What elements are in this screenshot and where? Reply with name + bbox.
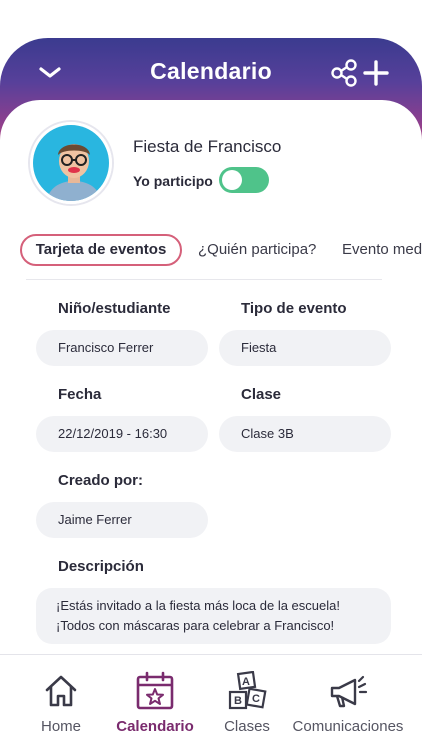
description-line-1: ¡Estás invitado a la fiesta más loca de … (56, 598, 340, 613)
event-type-field: Fiesta (219, 330, 391, 366)
nav-home[interactable]: Home (30, 655, 92, 750)
created-by-field: Jaime Ferrer (36, 502, 208, 538)
date-label: Fecha (58, 386, 102, 403)
class-field: Clase 3B (219, 416, 391, 452)
participate-label: Yo participo (133, 173, 213, 189)
nav-calendar-label: Calendario (116, 718, 194, 735)
nav-communications-label: Comunicaciones (292, 718, 404, 735)
class-label: Clase (241, 386, 282, 403)
svg-text:B: B (234, 695, 242, 707)
student-field: Francisco Ferrer (36, 330, 208, 366)
share-icon[interactable] (326, 56, 362, 90)
event-title: Fiesta de Francisco (133, 137, 282, 156)
toggle-knob (222, 170, 242, 190)
tab-bar: Tarjeta de eventos ¿Quién participa? Eve… (0, 230, 422, 270)
megaphone-icon (328, 671, 368, 711)
tab-event-media[interactable]: Evento med (342, 234, 422, 266)
nav-communications[interactable]: Comunicaciones (292, 655, 404, 750)
nav-classes-label: Clases (224, 718, 270, 735)
student-label: Niño/estudiante (58, 300, 171, 317)
description-label: Descripción (58, 558, 144, 575)
tab-participants[interactable]: ¿Quién participa? (198, 234, 316, 266)
created-by-label: Creado por: (58, 472, 144, 489)
nav-calendar[interactable]: Calendario (112, 655, 198, 750)
nav-classes[interactable]: A B C Clases (218, 655, 276, 750)
calendar-icon (135, 671, 175, 711)
bottom-nav: Home Calendario A B C Clases Comunicacio… (0, 654, 422, 750)
svg-text:A: A (242, 676, 250, 688)
participate-toggle[interactable] (219, 167, 269, 193)
blocks-icon: A B C (227, 670, 267, 711)
date-field: 22/12/2019 - 16:30 (36, 416, 208, 452)
home-icon (41, 671, 81, 711)
plus-icon[interactable] (358, 56, 394, 90)
nav-home-label: Home (40, 718, 81, 735)
tab-event-card[interactable]: Tarjeta de eventos (20, 234, 182, 266)
description-line-2: ¡Todos con máscaras para celebrar a Fran… (56, 618, 335, 633)
event-type-label: Tipo de evento (241, 300, 347, 317)
tabs-divider (26, 279, 382, 280)
svg-text:C: C (252, 693, 260, 705)
avatar (30, 122, 112, 204)
description-box: ¡Estás invitado a la fiesta más loca de … (36, 588, 391, 644)
